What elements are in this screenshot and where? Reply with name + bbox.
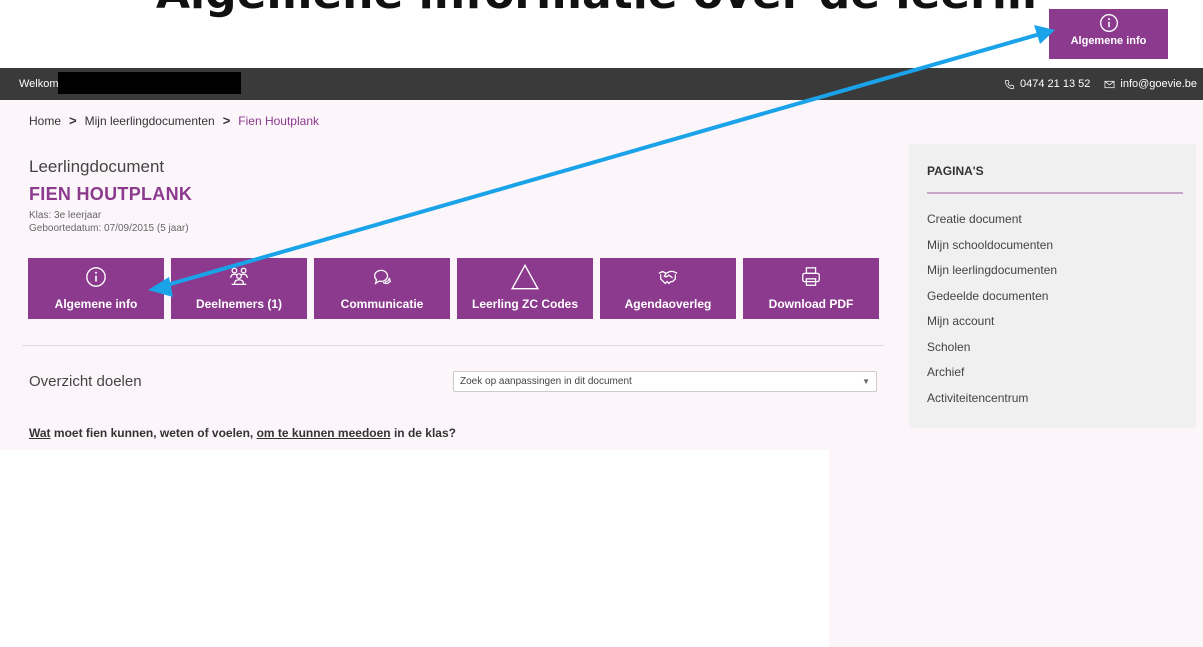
info-icon: [86, 267, 106, 287]
agenda-meeting-button[interactable]: Agendaoverleg: [600, 258, 736, 319]
sidebar-item-creatie-document[interactable]: Creatie document: [927, 212, 1057, 238]
welcome-text: Welkom: [19, 78, 59, 90]
phone-link[interactable]: 0474 21 13 52: [1004, 78, 1090, 90]
email-address: info@goevie.be: [1120, 78, 1197, 90]
phone-number: 0474 21 13 52: [1020, 78, 1091, 90]
tile-label: Download PDF: [768, 297, 854, 311]
question-link-wat[interactable]: Wat: [29, 426, 51, 440]
communication-button[interactable]: Communicatie: [314, 258, 450, 319]
student-birthdate: Geboortedatum: 07/09/2015 (5 jaar): [29, 223, 189, 234]
email-link[interactable]: info@goevie.be: [1104, 78, 1197, 90]
info-icon: [1099, 14, 1118, 32]
top-bar: Welkom 0474 21 13 52 info@goevie.be: [0, 68, 1203, 100]
breadcrumb-separator: >: [222, 113, 231, 128]
participants-button[interactable]: Deelnemers (1): [171, 258, 307, 319]
goal-question: Wat moet fien kunnen, weten of voelen, o…: [29, 426, 456, 440]
breadcrumb-current: Fien Houtplank: [238, 113, 319, 128]
sidebar-item-schooldocumenten[interactable]: Mijn schooldocumenten: [927, 238, 1057, 264]
zc-codes-button[interactable]: Leerling ZC Codes: [457, 258, 593, 319]
redacted-username: [58, 72, 241, 94]
sidebar-item-gedeelde-documenten[interactable]: Gedeelde documenten: [927, 289, 1057, 315]
sidebar-item-scholen[interactable]: Scholen: [927, 340, 1057, 366]
tile-label: Communicatie: [340, 297, 424, 311]
annotation-heading: Algemene informatie over de leerling (bo…: [0, 0, 1040, 38]
sidebar-item-mijn-account[interactable]: Mijn account: [927, 314, 1057, 340]
overview-title: Overzicht doelen: [29, 373, 142, 390]
question-text: moet fien kunnen, weten of voelen,: [50, 426, 257, 440]
tile-label: Leerling ZC Codes: [471, 297, 578, 311]
sidebar: PAGINA'S Creatie document Mijn schooldoc…: [909, 144, 1196, 428]
breadcrumb: Home > Mijn leerlingdocumenten > Fien Ho…: [29, 113, 319, 128]
download-pdf-button[interactable]: Download PDF: [743, 258, 879, 319]
sidebar-title: PAGINA'S: [927, 164, 984, 178]
chat-icon: [374, 269, 391, 285]
printer-icon: [802, 267, 820, 286]
question-link-meedoen[interactable]: om te kunnen meedoen: [257, 426, 391, 440]
breadcrumb-documents[interactable]: Mijn leerlingdocumenten: [85, 114, 215, 128]
general-info-button[interactable]: Algemene info: [28, 258, 164, 319]
tile-label: Agendaoverleg: [624, 297, 712, 311]
breadcrumb-separator: >: [69, 113, 77, 128]
sidebar-item-leerlingdocumenten[interactable]: Mijn leerlingdocumenten: [927, 263, 1057, 289]
annotation-callout: Algemene info: [1049, 9, 1168, 59]
triangle-icon: [510, 263, 540, 290]
document-type-label: Leerlingdocument: [29, 157, 165, 176]
chevron-down-icon: ▼: [862, 377, 870, 386]
tile-label: Algemene info: [54, 297, 138, 311]
lower-panel: [829, 450, 1203, 647]
handshake-icon: [658, 270, 678, 285]
contact-info: 0474 21 13 52 info@goevie.be: [1004, 78, 1197, 90]
action-tiles: Algemene info Deelnemers (1) Communicati…: [28, 258, 879, 319]
student-name: FIEN HOUTPLANK: [29, 184, 193, 204]
sidebar-item-archief[interactable]: Archief: [927, 365, 1057, 391]
group-icon: [230, 267, 248, 285]
question-text-end: in de klas?: [390, 426, 456, 440]
section-divider: [22, 345, 884, 346]
annotation-heading-text: Algemene informatie over de leerling (bo…: [156, 0, 1040, 19]
student-class: Klas: 3e leerjaar: [29, 210, 102, 221]
mail-icon: [1104, 80, 1115, 88]
sidebar-item-activiteitencentrum[interactable]: Activiteitencentrum: [927, 391, 1057, 417]
breadcrumb-home[interactable]: Home: [29, 114, 61, 128]
sidebar-list: Creatie document Mijn schooldocumenten M…: [927, 212, 1057, 416]
callout-label: Algemene info: [1070, 35, 1147, 47]
phone-icon: [1005, 79, 1015, 89]
document-search-select[interactable]: Zoek op aanpassingen in dit document ▼: [453, 371, 877, 392]
page-content: Home > Mijn leerlingdocumenten > Fien Ho…: [0, 100, 1203, 450]
tile-label: Deelnemers (1): [195, 297, 283, 311]
sidebar-divider: [927, 192, 1183, 194]
search-select-value: Zoek op aanpassingen in dit document: [460, 376, 632, 387]
